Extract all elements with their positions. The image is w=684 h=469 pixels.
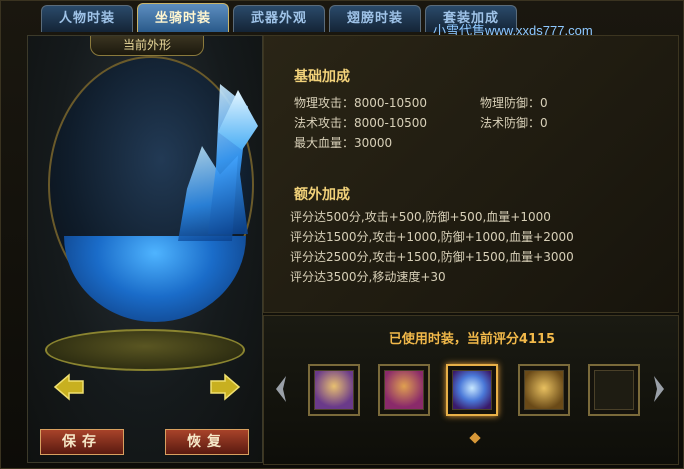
extra-line: 评分达3500分,移动速度+30 <box>290 270 446 284</box>
phys-atk-stat: 物理攻击：8000-10500 <box>294 96 428 110</box>
fashion-slot-5[interactable] <box>588 364 640 416</box>
tab-wing-fashion[interactable]: 翅膀时装 <box>329 5 421 32</box>
max-hp-stat: 最大血量：30000 <box>294 136 393 150</box>
magic-def-stat: 法术防御：0 <box>480 116 548 130</box>
extra-line: 评分达500分,攻击+500,防御+500,血量+1000 <box>290 210 551 224</box>
empty-slot <box>594 370 634 410</box>
fashion-slot-1[interactable] <box>308 364 360 416</box>
scroll-right-icon[interactable] <box>652 374 666 404</box>
extra-bonus-title: 额外加成 <box>294 187 350 203</box>
restore-button[interactable]: 恢复 <box>165 429 249 455</box>
fashion-slot-4[interactable] <box>518 364 570 416</box>
extra-line: 评分达2500分,攻击+1500,防御+1500,血量+3000 <box>290 250 574 264</box>
page-indicator <box>469 432 481 444</box>
save-button[interactable]: 保存 <box>40 429 124 455</box>
fashion-slot-3[interactable] <box>446 364 498 416</box>
game-window: 人物时装 坐骑时装 武器外观 翅膀时装 套装加成 小雪代售www.xxds777… <box>0 0 684 469</box>
tab-character-fashion[interactable]: 人物时装 <box>41 5 133 32</box>
score-label: 已使用时装，当前评分4115 <box>388 332 556 347</box>
tab-weapon-appearance[interactable]: 武器外观 <box>233 5 325 32</box>
mount-beast-icon <box>384 370 424 410</box>
fashion-slot-2[interactable] <box>378 364 430 416</box>
stats-panel: 基础加成 物理攻击：8000-10500 物理防御：0 法术攻击：8000-10… <box>263 35 679 313</box>
crystal-orb-icon <box>452 370 492 410</box>
model-pedestal <box>45 329 245 371</box>
equipped-fashion-strip: 已使用时装，当前评分4115 <box>263 315 679 465</box>
mount-model <box>64 236 246 322</box>
magic-atk-stat: 法术攻击：8000-10500 <box>294 116 428 130</box>
scroll-left-icon[interactable] <box>274 374 288 404</box>
phys-def-stat: 物理防御：0 <box>480 96 548 110</box>
preview-title: 当前外形 <box>90 36 204 56</box>
rotate-left-icon[interactable] <box>51 369 87 405</box>
rotate-right-icon[interactable] <box>207 369 243 405</box>
golden-mount-icon <box>524 370 564 410</box>
mount-dragon-icon <box>314 370 354 410</box>
base-bonus-title: 基础加成 <box>294 69 350 85</box>
extra-line: 评分达1500分,攻击+1000,防御+1000,血量+2000 <box>290 230 574 244</box>
tab-mount-fashion[interactable]: 坐骑时装 <box>137 3 229 32</box>
